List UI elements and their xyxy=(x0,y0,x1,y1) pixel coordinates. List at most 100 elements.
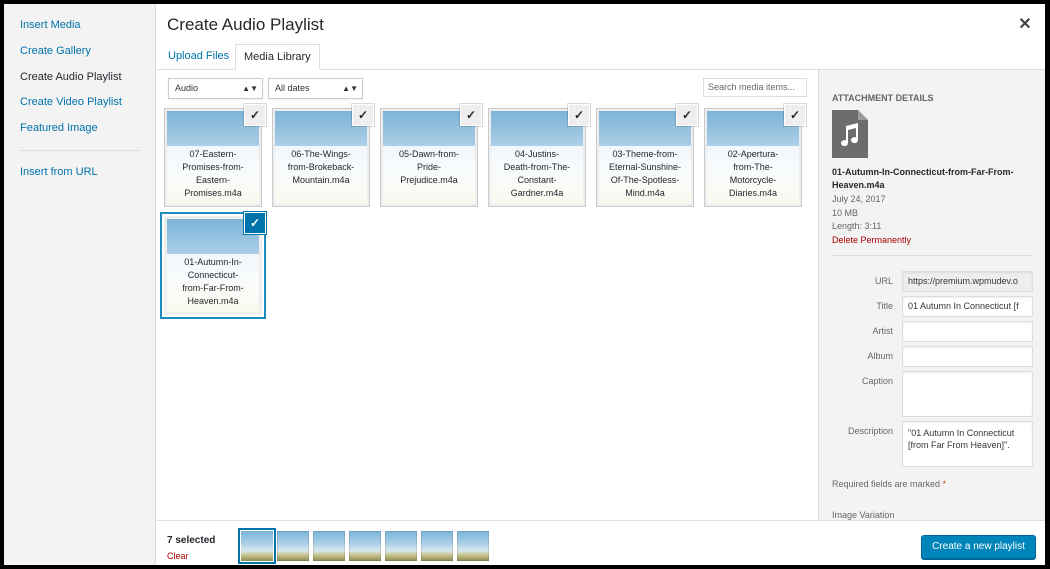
clear-selection-link[interactable]: Clear xyxy=(167,551,189,561)
selection-thumbnail[interactable] xyxy=(421,531,453,561)
attachment-filename-line: 01-Autumn-In- xyxy=(184,257,242,267)
search-input[interactable]: Search media items... xyxy=(703,78,807,97)
album-label: Album xyxy=(867,351,893,361)
required-fields-note: Required fields are marked * xyxy=(832,479,946,489)
attachment-filename-line: from-Far-From- xyxy=(182,283,244,293)
attachment-filename-line: Constant- xyxy=(517,175,557,185)
attachment-item[interactable]: 02-Apertura-from-The- Motorcycle- Diaries.… xyxy=(704,105,805,207)
checkmark-icon[interactable]: ✓ xyxy=(677,105,697,125)
attachment-filename-line: 02-Apertura- xyxy=(727,149,779,159)
menu-item-create-gallery[interactable]: Create Gallery xyxy=(20,45,91,57)
attachment-filename-line: Death-from-The- xyxy=(503,162,571,172)
attachment-filename: 04-Justins- Death-from-The- Constant- Gardn… xyxy=(491,146,583,204)
checkmark-icon[interactable]: ✓ xyxy=(569,105,589,125)
media-type-filter-value: Audio xyxy=(175,83,199,93)
date-filter[interactable]: All dates ▲▼ xyxy=(268,78,363,99)
attachment-item[interactable]: 07-Eastern- Promises-from- Eastern- Promise… xyxy=(164,105,265,207)
attachment-filename-line: Diaries.m4a xyxy=(728,188,777,198)
modal-title: Create Audio Playlist xyxy=(167,15,324,34)
selection-thumbnail[interactable] xyxy=(313,531,345,561)
attachments-grid: 07-Eastern- Promises-from- Eastern- Promise… xyxy=(164,105,814,518)
attachment-filename-line: 05-Dawn-from- xyxy=(398,149,459,159)
date-filter-value: All dates xyxy=(275,83,310,93)
details-length: Length: 3:11 xyxy=(832,221,882,231)
checkmark-icon[interactable]: ✓ xyxy=(461,105,481,125)
menu-item-insert-from-url[interactable]: Insert from URL xyxy=(20,166,98,178)
attachment-item[interactable]: 06-The-Wings-from-Brokeback- Mountain.m4a… xyxy=(272,105,373,207)
caption-label: Caption xyxy=(861,376,893,386)
attachment-filename-line: Mountain.m4a xyxy=(292,175,350,185)
selection-thumbnail[interactable] xyxy=(457,531,489,561)
attachment-filename: 02-Apertura-from-The- Motorcycle- Diaries.… xyxy=(707,146,799,204)
url-label: URL xyxy=(874,276,893,286)
details-separator xyxy=(832,255,1032,256)
description-label: Description xyxy=(847,426,893,436)
tab-media-library[interactable]: Media Library xyxy=(235,44,320,70)
attachment-filename: 06-The-Wings-from-Brokeback- Mountain.m4a xyxy=(275,146,367,204)
attachment-filename-line: 03-Theme-from- xyxy=(612,149,678,159)
selection-count: 7 selected xyxy=(167,535,216,546)
attachment-filename-line: Heaven.m4a xyxy=(187,296,239,306)
attachment-filename-line: Eternal-Sunshine- xyxy=(608,162,682,172)
caption-field[interactable] xyxy=(902,371,1033,417)
checkmark-icon[interactable]: ✓ xyxy=(245,105,265,125)
album-field[interactable] xyxy=(902,346,1033,367)
checkmark-icon[interactable]: ✓ xyxy=(353,105,373,125)
attachment-filename-line: Pride- xyxy=(416,162,441,172)
attachment-filename-line: Mind.m4a xyxy=(625,188,665,198)
selection-thumbnail[interactable] xyxy=(385,531,417,561)
menu-item-featured-image[interactable]: Featured Image xyxy=(20,122,98,134)
selection-thumbnail[interactable] xyxy=(241,531,273,561)
details-heading: Attachment Details xyxy=(832,93,934,103)
artist-field[interactable] xyxy=(902,321,1033,342)
attachment-filename-line: 06-The-Wings- xyxy=(291,149,351,159)
attachment-filename-line: Of-The-Spotless- xyxy=(610,175,680,185)
menu-item-create-audio-playlist[interactable]: Create Audio Playlist xyxy=(20,71,122,83)
audio-file-icon xyxy=(832,110,868,158)
required-star: * xyxy=(942,479,947,489)
attachment-filename: 03-Theme-from- Eternal-Sunshine- Of-The-Sp… xyxy=(599,146,691,204)
selection-thumbnail[interactable] xyxy=(349,531,381,561)
attachment-item[interactable]: 04-Justins- Death-from-The- Constant- Gardn… xyxy=(488,105,589,207)
tab-upload-files[interactable]: Upload Files xyxy=(160,44,237,70)
attachment-filename: 05-Dawn-from- Pride- Prejudice.m4a xyxy=(383,146,475,204)
checkmark-icon[interactable]: ✓ xyxy=(785,105,805,125)
selection-thumbnail[interactable] xyxy=(277,531,309,561)
attachment-filename-line: 07-Eastern- xyxy=(189,149,237,159)
artist-label: Artist xyxy=(872,326,893,336)
menu-item-insert-media[interactable]: Insert Media xyxy=(20,19,81,31)
media-modal: Insert Media Create Gallery Create Audio… xyxy=(4,4,1045,565)
select-arrows-icon: ▲▼ xyxy=(242,84,258,93)
attachment-filename-line: from-The- xyxy=(733,162,773,172)
image-variation-label: Image Variation xyxy=(832,510,895,520)
attachment-filename-line: Prejudice.m4a xyxy=(400,175,458,185)
attachment-item[interactable]: 05-Dawn-from- Pride- Prejudice.m4a ✓ xyxy=(380,105,481,207)
title-label: Title xyxy=(876,301,893,311)
title-field[interactable]: 01 Autumn In Connecticut [f xyxy=(902,296,1033,317)
url-field[interactable]: https://premium.wpmudev.o xyxy=(902,271,1033,292)
attachment-item[interactable]: 03-Theme-from- Eternal-Sunshine- Of-The-Sp… xyxy=(596,105,697,207)
media-menu: Insert Media Create Gallery Create Audio… xyxy=(4,4,156,565)
attachment-filename-line: Gardner.m4a xyxy=(510,188,564,198)
attachment-filename: 07-Eastern- Promises-from- Eastern- Promise… xyxy=(167,146,259,204)
details-filename: 01-Autumn-In-Connecticut-from-Far-From-H… xyxy=(832,167,1014,190)
required-note-text: Required fields are marked xyxy=(832,479,941,489)
delete-permanently-link[interactable]: Delete Permanently xyxy=(832,235,911,245)
media-toolbar-bottom: 7 selected Clear Create a new playlist xyxy=(157,520,1045,565)
details-size: 10 MB xyxy=(832,208,859,218)
close-icon[interactable]: ✕ xyxy=(1016,16,1034,34)
attachment-filename-line: Promises-from- xyxy=(182,162,244,172)
media-type-filter[interactable]: Audio ▲▼ xyxy=(168,78,263,99)
create-new-playlist-button[interactable]: Create a new playlist xyxy=(921,535,1036,559)
attachment-filename-line: Eastern- xyxy=(195,175,230,185)
select-arrows-icon: ▲▼ xyxy=(342,84,358,93)
checkmark-icon[interactable]: ✓ xyxy=(245,213,265,233)
attachment-filename-line: Connecticut- xyxy=(187,270,239,280)
attachment-details-sidebar: Attachment Details 01-Autumn-In-Connecti… xyxy=(818,70,1045,520)
attachment-item[interactable]: 01-Autumn-In- Connecticut-from-Far-From- H… xyxy=(164,213,265,315)
description-field[interactable]: "01 Autumn In Connecticut [from Far From… xyxy=(902,421,1033,467)
attachment-filename-line: Motorcycle- xyxy=(729,175,777,185)
menu-separator xyxy=(20,150,140,151)
attachment-filename-line: Promises.m4a xyxy=(184,188,242,198)
menu-item-create-video-playlist[interactable]: Create Video Playlist xyxy=(20,96,122,108)
